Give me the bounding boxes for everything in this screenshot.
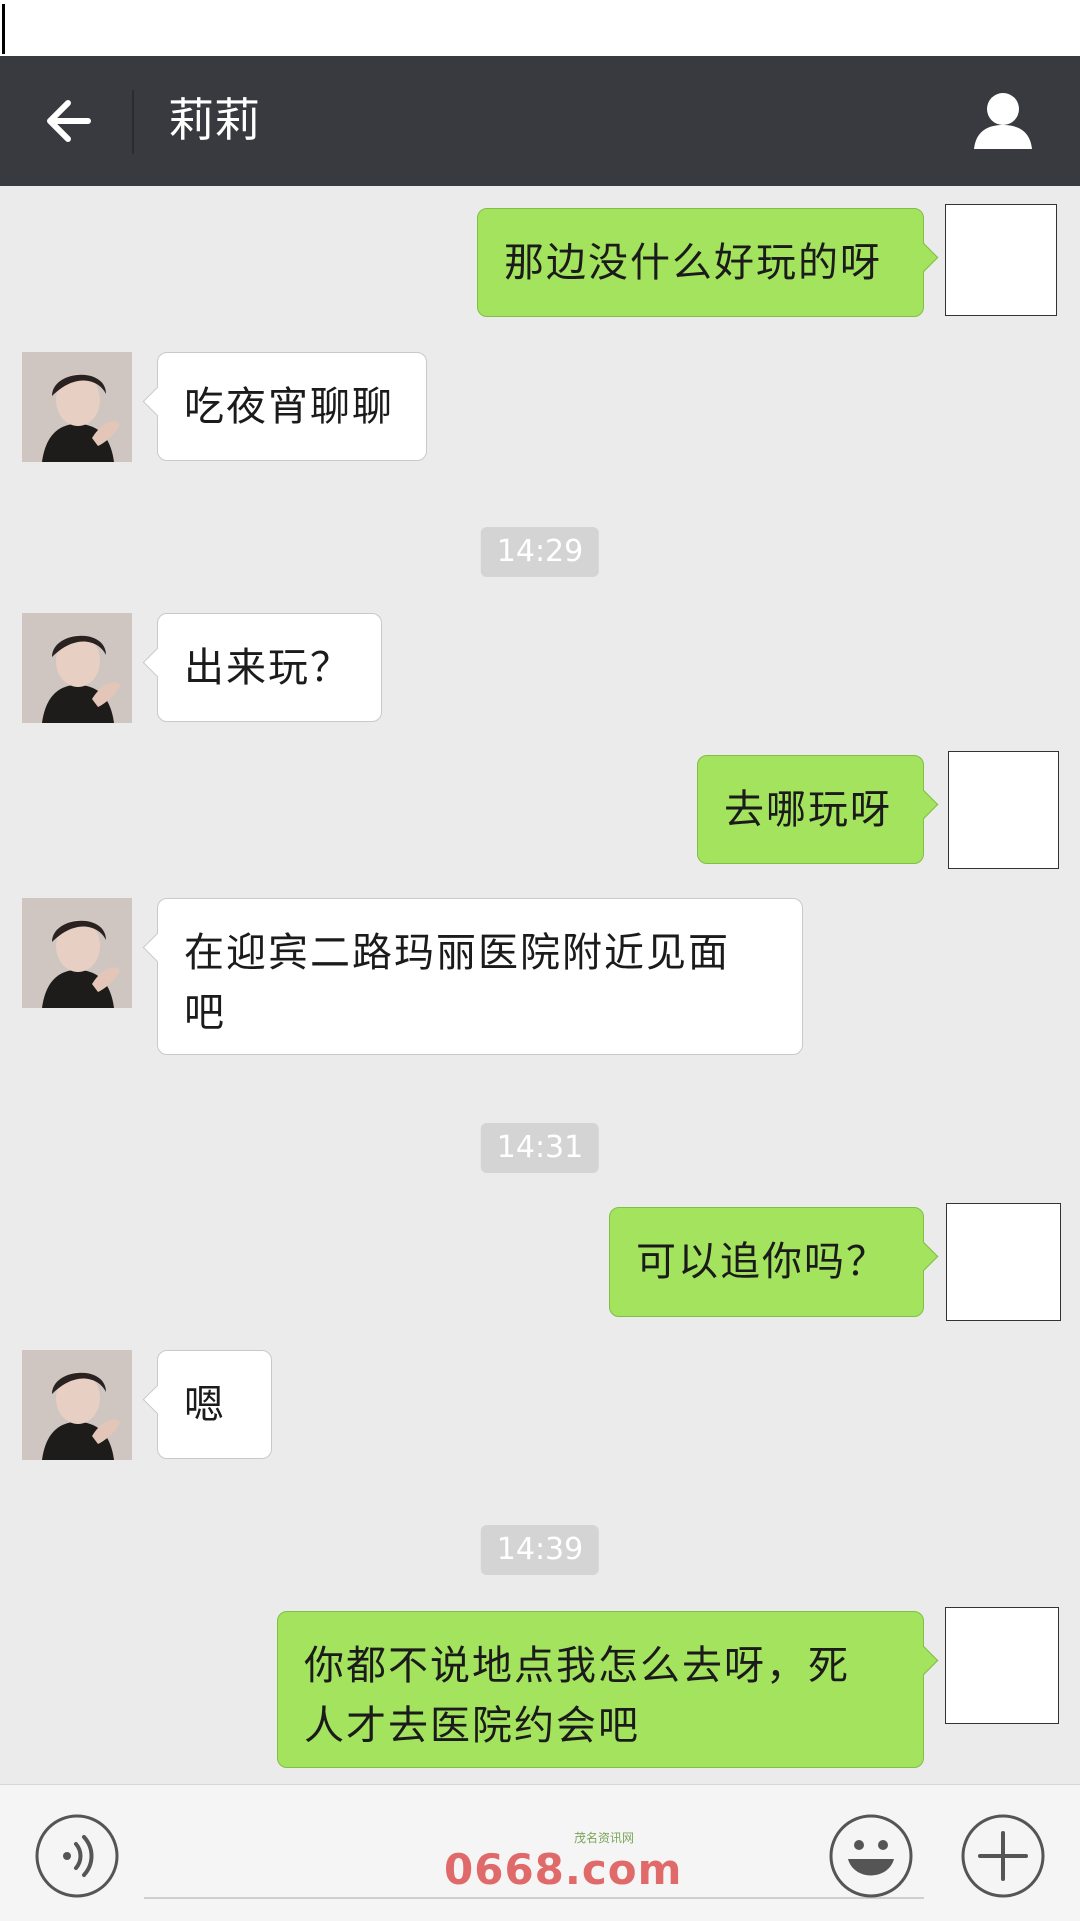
more-button[interactable] — [960, 1813, 1046, 1899]
back-button[interactable] — [38, 91, 98, 151]
person-icon — [974, 93, 1032, 149]
contact-name: 莉莉 — [168, 93, 260, 147]
header-divider — [132, 90, 134, 154]
profile-button[interactable] — [968, 89, 1038, 153]
timestamp: 14:31 — [480, 1123, 600, 1173]
contact-avatar[interactable] — [22, 352, 132, 462]
input-bar: 0668.com 茂名资讯网 — [0, 1784, 1080, 1921]
outgoing-message[interactable]: 可以追你吗？ — [609, 1207, 924, 1317]
outgoing-message[interactable]: 去哪玩呀 — [697, 755, 924, 864]
emoji-button[interactable] — [828, 1813, 914, 1899]
incoming-message[interactable]: 吃夜宵聊聊 — [157, 352, 427, 461]
text-cursor — [2, 4, 5, 54]
plus-icon — [961, 1814, 1045, 1898]
incoming-message[interactable]: 在迎宾二路玛丽医院附近见面吧 — [157, 898, 803, 1055]
voice-icon — [35, 1814, 119, 1898]
outgoing-message[interactable]: 那边没什么好玩的呀 — [477, 208, 924, 317]
my-avatar[interactable] — [948, 751, 1059, 869]
status-bar — [0, 0, 1080, 56]
message-input[interactable] — [144, 1897, 924, 1899]
contact-avatar[interactable] — [22, 898, 132, 1008]
avatar-photo — [22, 613, 132, 723]
message-list[interactable]: 那边没什么好玩的呀 吃夜宵聊聊 14:29 出来玩？ 去哪玩呀 在迎宾二路玛丽医… — [0, 186, 1080, 1784]
avatar-photo — [22, 1350, 132, 1460]
voice-button[interactable] — [34, 1813, 120, 1899]
timestamp: 14:39 — [480, 1525, 600, 1575]
message-text: 你都不说地点我怎么去呀，死人才去医院约会吧 — [304, 1643, 850, 1749]
timestamp: 14:29 — [480, 527, 600, 577]
message-text: 吃夜宵聊聊 — [184, 384, 394, 430]
message-text: 那边没什么好玩的呀 — [504, 240, 882, 286]
avatar-photo — [22, 898, 132, 1008]
avatar-photo — [22, 352, 132, 462]
my-avatar[interactable] — [945, 1607, 1059, 1724]
contact-avatar[interactable] — [22, 1350, 132, 1460]
incoming-message[interactable]: 嗯 — [157, 1350, 272, 1459]
my-avatar[interactable] — [946, 1203, 1061, 1321]
outgoing-message[interactable]: 你都不说地点我怎么去呀，死人才去医院约会吧 — [277, 1611, 924, 1768]
my-avatar[interactable] — [945, 204, 1057, 316]
message-text: 嗯 — [184, 1382, 226, 1428]
incoming-message[interactable]: 出来玩？ — [157, 613, 382, 722]
message-text: 可以追你吗？ — [636, 1239, 888, 1285]
chat-header: 莉莉 — [0, 56, 1080, 186]
arrow-left-icon — [47, 100, 91, 142]
smiley-icon — [829, 1814, 913, 1898]
message-text: 去哪玩呀 — [724, 787, 892, 833]
message-text: 出来玩？ — [184, 645, 352, 691]
watermark-caption: 茂名资讯网 — [574, 1831, 635, 1845]
message-text: 在迎宾二路玛丽医院附近见面吧 — [184, 930, 730, 1036]
contact-avatar[interactable] — [22, 613, 132, 723]
watermark: 0668.com — [444, 1845, 683, 1894]
